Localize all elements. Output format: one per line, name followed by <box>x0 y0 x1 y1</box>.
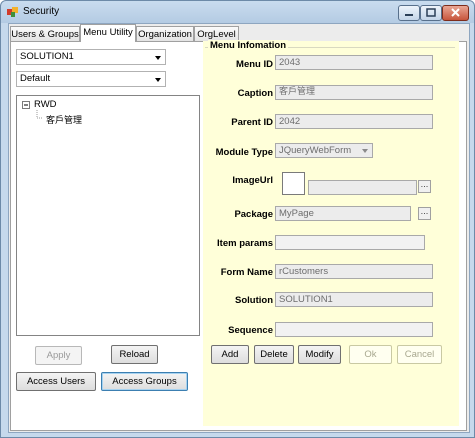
imageurl-field[interactable] <box>308 180 417 195</box>
reload-button[interactable]: Reload <box>111 345 158 364</box>
maximize-button[interactable] <box>420 5 442 21</box>
tab-menu-utility[interactable]: Menu Utility <box>80 24 136 42</box>
access-groups-button[interactable]: Access Groups <box>101 372 188 391</box>
tab-orglevel[interactable]: OrgLevel <box>194 26 239 41</box>
module-type-label: Module Type <box>215 147 273 158</box>
close-button[interactable] <box>442 5 469 21</box>
dropdown-arrow-icon <box>362 149 368 153</box>
caption-label: Caption <box>237 88 273 99</box>
apply-button[interactable]: Apply <box>35 346 82 365</box>
tab-users-groups[interactable]: Users & Groups <box>10 26 80 41</box>
modify-button[interactable]: Modify <box>298 345 341 364</box>
cancel-button[interactable]: Cancel <box>397 345 442 364</box>
menu-id-label: Menu ID <box>236 59 273 70</box>
title-bar[interactable]: Security <box>1 1 474 23</box>
parent-id-field[interactable]: 2042 <box>275 114 433 129</box>
minimize-button[interactable] <box>398 5 420 21</box>
solution-combo[interactable]: SOLUTION1 <box>16 49 166 65</box>
item-params-field[interactable] <box>275 235 425 250</box>
imageurl-label: ImageUrl <box>232 175 273 186</box>
caption-field[interactable]: 客戶管理 <box>275 85 433 100</box>
delete-button[interactable]: Delete <box>254 345 294 364</box>
window-title: Security <box>23 6 60 17</box>
package-browse-button[interactable]: ... <box>418 207 431 220</box>
solution-field[interactable]: SOLUTION1 <box>275 292 433 307</box>
ok-button[interactable]: Ok <box>349 345 392 364</box>
access-users-button[interactable]: Access Users <box>16 372 96 391</box>
parent-id-label: Parent ID <box>231 117 273 128</box>
add-button[interactable]: Add <box>211 345 249 364</box>
menu-tree[interactable]: RWD 客戶管理 <box>16 95 200 336</box>
solution-label: Solution <box>235 295 273 306</box>
solution-combo-value: SOLUTION1 <box>20 51 74 62</box>
module-type-combo[interactable]: JQueryWebForm <box>275 143 373 158</box>
close-icon <box>451 8 460 17</box>
app-icon <box>7 7 18 17</box>
dropdown-arrow-icon <box>155 78 161 82</box>
form-name-field[interactable]: rCustomers <box>275 264 433 279</box>
sequence-label: Sequence <box>228 325 273 336</box>
menu-info-legend: Menu Infomation <box>208 40 288 51</box>
package-field[interactable]: MyPage <box>275 206 411 221</box>
maximize-icon <box>426 8 436 17</box>
form-name-label: Form Name <box>220 267 273 278</box>
dropdown-arrow-icon <box>155 56 161 60</box>
image-preview[interactable] <box>282 172 305 195</box>
tree-node-customer-management[interactable]: 客戶管理 <box>46 113 82 126</box>
default-combo-value: Default <box>20 73 51 84</box>
menu-id-field[interactable]: 2043 <box>275 55 433 70</box>
tab-organization[interactable]: Organization <box>136 26 194 41</box>
module-type-value: JQueryWebForm <box>279 145 352 156</box>
imageurl-browse-button[interactable]: ... <box>418 180 431 193</box>
minimize-icon <box>405 14 413 16</box>
tree-node-rwd[interactable]: RWD <box>34 99 57 110</box>
sequence-field[interactable] <box>275 322 433 337</box>
item-params-label: Item params <box>217 238 273 249</box>
default-combo[interactable]: Default <box>16 71 166 87</box>
package-label: Package <box>234 209 273 220</box>
